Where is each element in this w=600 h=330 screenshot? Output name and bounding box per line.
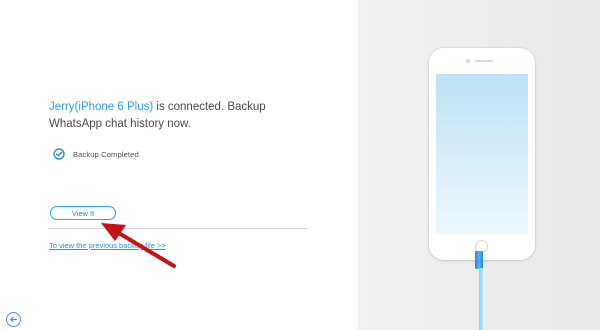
previous-backup-link[interactable]: To view the previous backup file >> [49, 241, 166, 250]
usb-cable [479, 268, 483, 330]
back-arrow-icon [10, 316, 18, 323]
view-it-button[interactable]: View It [50, 206, 116, 220]
backup-status-panel: Jerry(iPhone 6 Plus) is connected. Backu… [0, 0, 358, 330]
backup-status-row: Backup Completed. [53, 147, 141, 161]
backup-completed-text: Backup Completed. [73, 149, 141, 159]
connection-message: Jerry(iPhone 6 Plus) is connected. Backu… [49, 99, 309, 133]
phone-camera [466, 59, 470, 63]
connected-device-name: Jerry(iPhone 6 Plus) [49, 101, 154, 113]
phone-screen [436, 74, 528, 234]
phone-speaker [475, 60, 493, 62]
iphone-illustration [429, 48, 535, 260]
back-button[interactable] [6, 312, 21, 327]
usb-connector [475, 251, 483, 269]
section-divider [49, 228, 307, 229]
whatsapp-backup-window: Jerry(iPhone 6 Plus) is connected. Backu… [0, 0, 600, 330]
check-circle-icon [53, 148, 65, 160]
